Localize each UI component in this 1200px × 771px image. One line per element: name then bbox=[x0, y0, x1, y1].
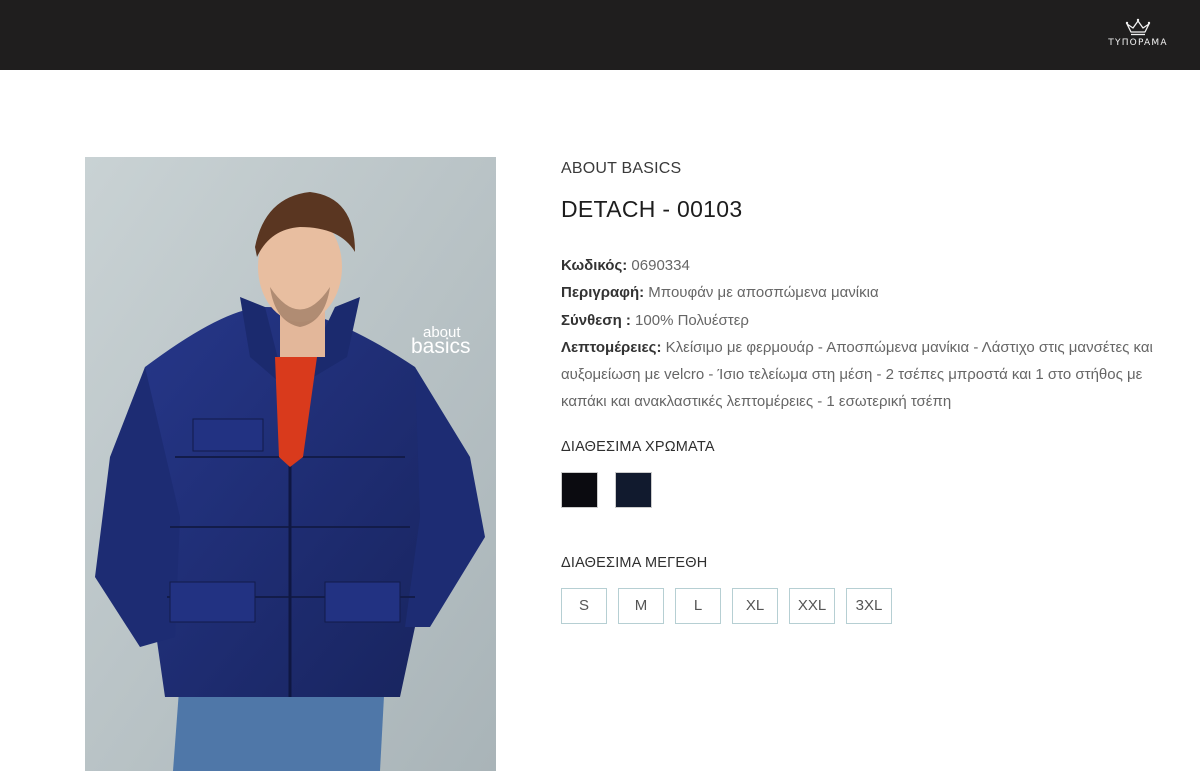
colors-title: ΔΙΑΘΕΣΙΜΑ ΧΡΩΜΑΤΑ bbox=[561, 438, 715, 455]
spec-description-value: Μπουφάν με αποσπώμενα μανίκια bbox=[644, 284, 879, 302]
logo-text: TYΠOPAMA bbox=[1108, 38, 1168, 48]
size-option-l[interactable]: L bbox=[675, 587, 721, 624]
crown-icon bbox=[1125, 18, 1151, 36]
color-swatch-black[interactable] bbox=[561, 471, 598, 508]
spec-composition-label: Σύνθεση : bbox=[561, 311, 631, 329]
product-title: DETACH - 00103 bbox=[561, 196, 743, 222]
product-photo: about basics bbox=[85, 157, 496, 771]
size-option-3xl[interactable]: 3XL bbox=[846, 587, 892, 624]
spec-details-label: Λεπτομέρειες: bbox=[561, 338, 662, 356]
brand-logo[interactable]: TYΠOPAMA bbox=[1100, 18, 1176, 52]
color-swatches bbox=[561, 471, 1161, 508]
size-option-s[interactable]: S bbox=[561, 587, 607, 624]
watermark-basics: basics bbox=[411, 335, 471, 358]
size-option-m[interactable]: M bbox=[618, 587, 664, 624]
sizes-title: ΔΙΑΘΕΣΙΜΑ ΜΕΓΕΘΗ bbox=[561, 554, 708, 571]
spec-composition: Σύνθεση : 100% Πολυέστερ bbox=[561, 307, 1161, 334]
spec-code-value: 0690334 bbox=[627, 257, 690, 274]
spec-code: Κωδικός: 0690334 bbox=[561, 252, 1161, 279]
spec-description-label: Περιγραφή: bbox=[561, 284, 645, 302]
product-image: about basics bbox=[85, 157, 496, 771]
spec-description: Περιγραφή: Μπουφάν με αποσπώμενα μανίκια bbox=[561, 279, 1161, 306]
color-swatch-navy[interactable] bbox=[615, 471, 652, 508]
spec-composition-value: 100% Πολυέστερ bbox=[630, 311, 749, 329]
spec-code-label: Κωδικός: bbox=[561, 257, 628, 274]
top-bar: TYΠOPAMA bbox=[0, 0, 1200, 70]
product-specs: Κωδικός: 0690334 Περιγραφή: Μπουφάν με α… bbox=[561, 252, 1161, 416]
size-option-xl[interactable]: XL bbox=[732, 587, 778, 624]
spec-details: Λεπτομέρειες: Κλείσιμο με φερμουάρ - Απο… bbox=[561, 334, 1161, 416]
product-brand: ABOUT BASICS bbox=[561, 160, 682, 177]
size-option-xxl[interactable]: XXL bbox=[789, 587, 835, 624]
product-info: ABOUT BASICS DETACH - 00103 Κωδικός: 069… bbox=[561, 160, 1161, 624]
size-options: S M L XL XXL 3XL bbox=[561, 587, 1161, 624]
